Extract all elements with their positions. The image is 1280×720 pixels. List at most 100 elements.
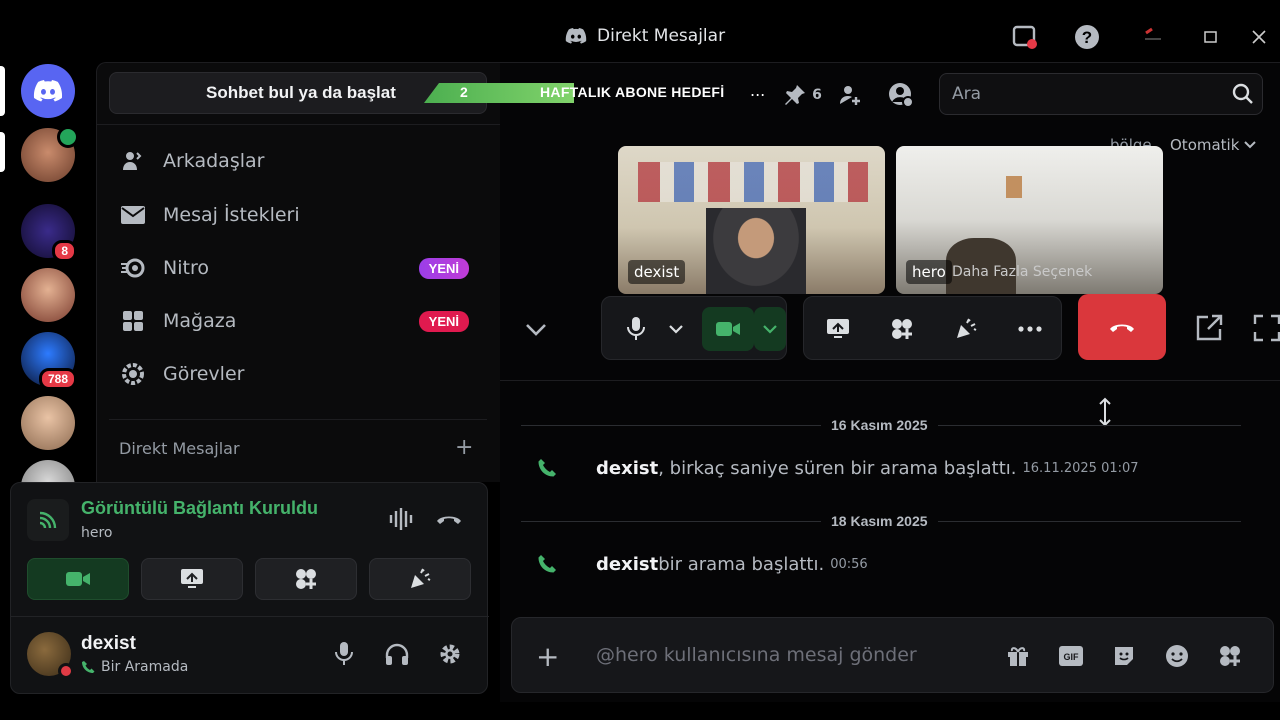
chevron-down-icon [669,325,683,334]
maximize-icon[interactable] [1196,22,1226,52]
message-text: , birkaç saniye süren bir arama başlattı… [658,457,1017,479]
gift-icon[interactable] [1004,642,1032,670]
server-avatar-7[interactable] [21,460,75,482]
profile-icon [889,83,914,108]
soundboard-button[interactable] [369,558,471,600]
camera-icon [66,572,90,586]
user-profile-button[interactable] [886,80,916,110]
svg-text:?: ? [1082,28,1092,47]
inbox-icon[interactable] [1010,22,1040,52]
mic-button[interactable] [329,639,359,669]
soundboard-button[interactable] [944,307,988,351]
video-tile-dexist[interactable]: dexist [618,146,885,294]
screen-share-button[interactable] [816,307,860,351]
phone-icon [538,459,556,477]
mic-options-button[interactable] [656,307,696,351]
date-label: 18 Kasım 2025 [821,513,938,529]
chevron-down-icon [1244,141,1256,149]
camera-options-button[interactable] [754,307,786,351]
discord-logo-icon [21,64,75,118]
activities-button[interactable] [880,307,924,351]
soundboard-icon [957,318,977,338]
avatar[interactable] [27,632,74,679]
message-input[interactable]: @hero kullanıcısına mesaj gönder [596,644,917,666]
message-composer[interactable]: + @hero kullanıcısına mesaj gönder GIF [511,617,1274,693]
search-input[interactable]: Ara [939,73,1263,115]
apps-icon[interactable] [1216,642,1244,670]
status-indicator-icon [58,663,74,679]
more-options-button[interactable] [1008,307,1052,351]
region-select[interactable]: Otomatik [1170,136,1256,154]
popout-icon[interactable] [1194,313,1224,347]
call-log-message: dexist , birkaç saniye süren bir arama b… [536,457,1139,479]
date-label: 16 Kasım 2025 [821,417,938,433]
settings-button[interactable] [435,639,465,669]
camera-toggle-button[interactable] [702,307,754,351]
message-timestamp: 00:56 [830,556,868,572]
server-avatar-5[interactable]: 788 [21,332,77,390]
server-avatar-3[interactable]: 8 [21,204,77,262]
emoji-icon[interactable] [1163,642,1191,670]
nav-quests[interactable]: Görevler [109,352,487,396]
new-badge: YENİ [418,310,469,332]
activities-button[interactable] [255,558,357,600]
dm-section-header: Direkt Mesajlar [119,439,240,458]
server-icon [21,460,75,482]
nav-shop[interactable]: Mağaza YENİ [109,299,487,343]
connection-channel: hero [81,525,113,541]
add-user-icon [840,86,860,105]
nav-label: Nitro [163,257,209,279]
server-discord-home[interactable] [21,64,75,118]
headphones-icon [385,643,409,665]
close-icon[interactable] [1244,22,1274,52]
microphone-icon [335,642,353,665]
add-friends-to-dm-button[interactable] [834,80,864,110]
end-call-button[interactable] [1078,294,1166,360]
collapse-chevron-icon[interactable] [523,316,549,346]
soundboard-icon [411,568,431,588]
nav-nitro[interactable]: Nitro YENİ [109,246,487,290]
main-panel [500,62,1280,702]
nav-label: Mağaza [163,310,237,332]
av-controls [601,296,787,360]
chevron-down-icon [763,325,777,334]
disconnect-icon[interactable] [435,507,463,535]
connection-signal-icon[interactable] [27,499,69,541]
friends-icon [119,147,147,175]
quests-icon [119,360,147,388]
message-author[interactable]: dexist [596,554,658,575]
fullscreen-icon[interactable] [1252,313,1280,343]
divider [500,380,1280,381]
sticker-icon[interactable] [1110,642,1138,670]
nav-friends[interactable]: Arkadaşlar [109,139,487,183]
activity-controls [803,296,1062,360]
active-indicator [0,132,5,172]
video-tile-hero[interactable]: hero Daha Fazla Seçenek [896,146,1163,294]
nav-message-requests[interactable]: Mesaj İstekleri [109,193,487,237]
help-icon[interactable]: ? [1072,22,1102,52]
server-avatar-4[interactable] [21,268,75,322]
server-avatar-6[interactable] [21,396,75,450]
noise-suppression-icon[interactable] [387,505,415,537]
attach-plus-icon[interactable]: + [536,640,559,673]
nav-label: Mesaj İstekleri [163,204,300,226]
new-badge: YENİ [418,257,469,279]
create-dm-icon[interactable]: + [455,435,473,460]
message-author[interactable]: dexist [596,458,658,479]
call-log-message: dexist bir arama başlattı. 00:56 [536,553,868,575]
goal-label: HAFTALIK ABONE HEDEFİ [540,84,725,100]
nitro-icon [119,254,147,282]
headphones-button[interactable] [382,639,412,669]
server-avatar-2[interactable] [21,126,79,182]
notification-badge: 8 [52,240,77,262]
gif-icon[interactable]: GIF [1057,642,1085,670]
screen-share-icon [827,319,849,338]
more-options-hint: Daha Fazla Seçenek [952,264,1093,280]
in-call-icon [82,661,95,673]
screen-share-button[interactable] [141,558,243,600]
camera-button[interactable] [27,558,129,600]
mic-toggle-button[interactable] [614,307,658,351]
minimize-icon[interactable] [1138,22,1168,52]
goal-ellipsis: ... [750,81,766,100]
divider [109,419,487,420]
